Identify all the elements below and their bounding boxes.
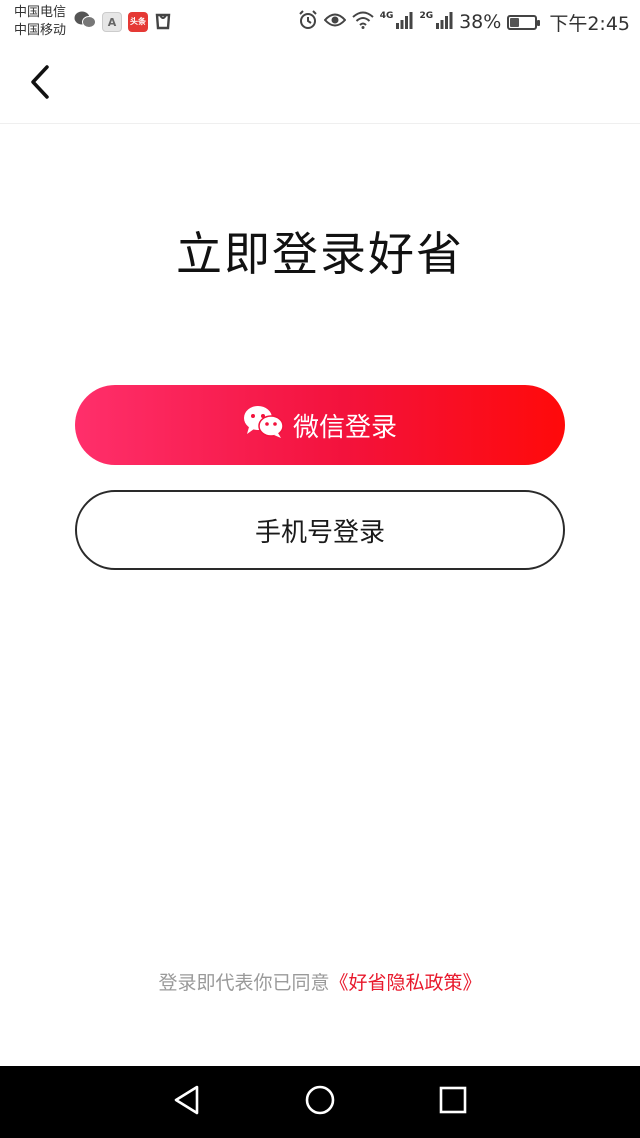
back-triangle-icon (172, 1084, 202, 1120)
system-nav-bar (0, 1066, 640, 1138)
wechat-icon (243, 405, 285, 446)
signal-icon-2 (435, 11, 453, 34)
network-type-1: 4G (379, 11, 394, 21)
recents-square-icon (438, 1085, 468, 1119)
status-bar-left: 中国电信 中国移动 A 头条 (14, 4, 172, 40)
alarm-icon (298, 9, 318, 35)
battery-percent: 38% (459, 11, 502, 33)
page-title: 立即登录好省 (176, 227, 464, 281)
login-screen: 中国电信 中国移动 A 头条 4G 2G 38% 下午2:45 立即登录好省 微… (0, 0, 640, 1138)
status-bar: 中国电信 中国移动 A 头条 4G 2G 38% 下午2:45 (0, 0, 640, 44)
wechat-login-label: 微信登录 (292, 412, 397, 443)
wechat-login-button[interactable]: 微信登录 (75, 385, 565, 465)
bag-icon (154, 10, 172, 34)
network-type-2: 2G (419, 11, 434, 21)
battery-icon (507, 14, 541, 30)
news-app-icon: 头条 (128, 12, 149, 32)
privacy-policy-link[interactable]: 《好省隐私政策》 (330, 972, 482, 994)
eye-icon (323, 11, 347, 33)
carrier-labels: 中国电信 中国移动 (14, 4, 66, 40)
notification-icons: A 头条 (74, 10, 172, 34)
phone-login-label: 手机号登录 (254, 517, 385, 548)
carrier-1: 中国电信 (14, 5, 67, 20)
clock: 下午2:45 (549, 12, 630, 35)
home-circle-icon (304, 1084, 336, 1120)
nav-home-button[interactable] (300, 1082, 340, 1122)
battery-fill (510, 17, 520, 27)
signal-icon-1 (395, 11, 413, 34)
a-app-icon: A (102, 12, 123, 32)
wechat-notification-icon (74, 11, 97, 33)
back-button[interactable] (20, 62, 60, 106)
nav-recents-button[interactable] (433, 1082, 473, 1122)
carrier-2: 中国移动 (14, 23, 67, 38)
privacy-agreement: 登录即代表你已同意《好省隐私政策》 (0, 968, 640, 995)
header (0, 44, 640, 124)
chevron-left-icon (28, 64, 52, 104)
wifi-icon (352, 11, 374, 34)
agreement-text: 登录即代表你已同意 (158, 972, 330, 994)
status-bar-right: 4G 2G 38% 下午2:45 (298, 9, 630, 36)
phone-login-button[interactable]: 手机号登录 (75, 490, 565, 570)
nav-back-button[interactable] (167, 1082, 207, 1122)
